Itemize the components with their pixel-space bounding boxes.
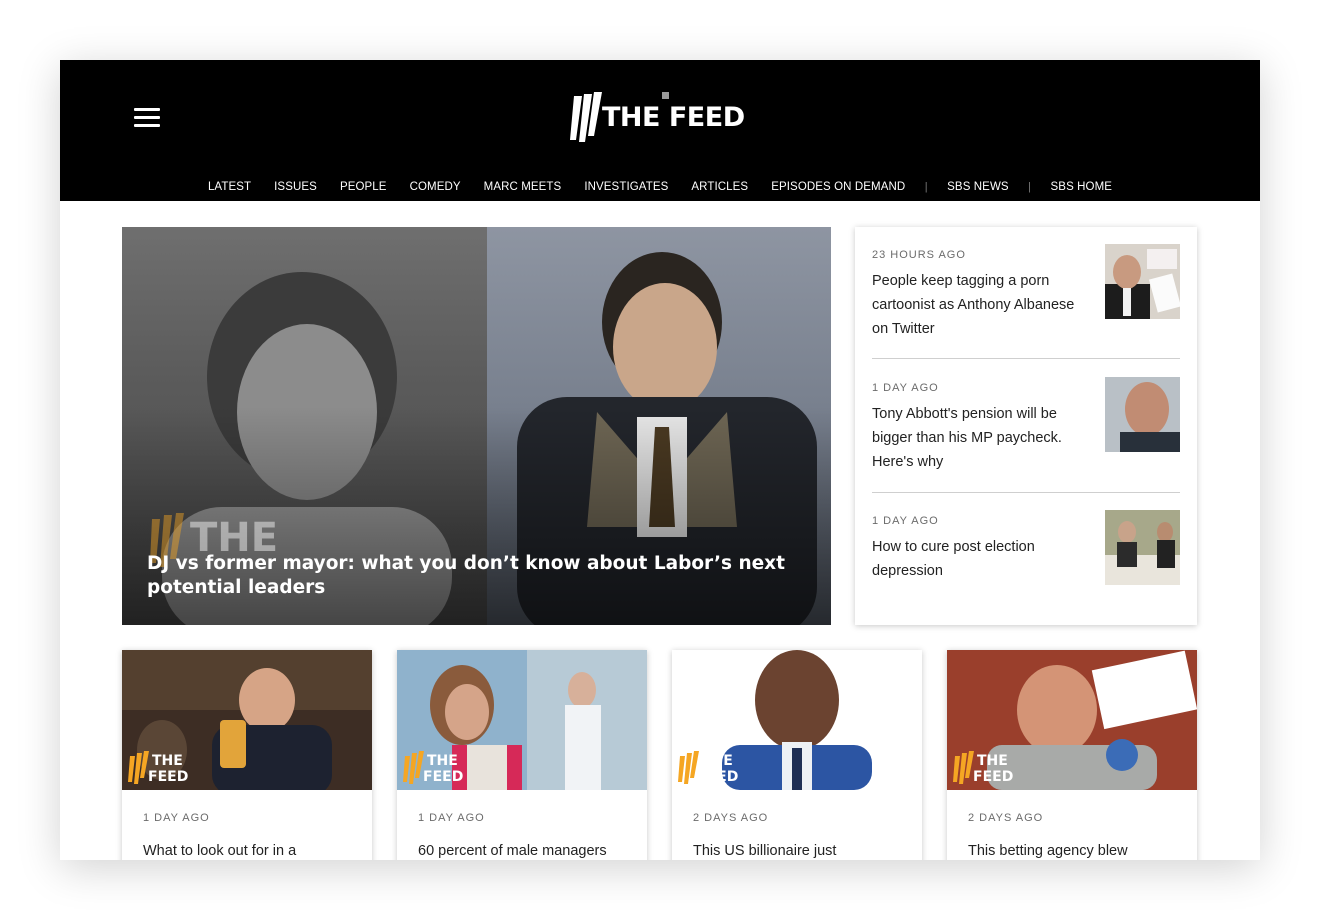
article-title: What to look out for in a <box>143 843 297 859</box>
article-title: This betting agency blew <box>968 843 1128 859</box>
article-time: 1 DAY AGO <box>872 382 939 394</box>
feed-watermark-icon: THE FEED <box>403 751 463 784</box>
watermark-text: FEED <box>148 769 188 784</box>
article-title: People keep tagging a porn cartoonist as… <box>872 273 1075 337</box>
nav-separator: | <box>924 181 928 193</box>
latest-sidebar: 23 HOURS AGO People keep tagging a porn … <box>855 227 1197 625</box>
article-time: 2 DAYS AGO <box>968 812 1044 824</box>
watermark-text: FEED <box>973 769 1013 784</box>
nav-sbs-news[interactable]: SBS NEWS <box>947 181 1009 193</box>
article-time: 2 DAYS AGO <box>693 812 769 824</box>
article-card[interactable]: THE FEED 1 DAY AGO 60 percent of male ma… <box>397 650 647 860</box>
main-nav: LATEST ISSUES PEOPLE COMEDY MARC MEETS I… <box>60 179 1260 195</box>
nav-people[interactable]: PEOPLE <box>340 181 387 193</box>
sidebar-divider <box>872 492 1180 493</box>
hamburger-menu-icon[interactable] <box>134 108 160 128</box>
nav-comedy[interactable]: COMEDY <box>410 181 461 193</box>
sidebar-divider <box>872 358 1180 359</box>
nav-articles[interactable]: ARTICLES <box>691 181 748 193</box>
article-thumbnail <box>1105 510 1180 585</box>
nav-investigates[interactable]: INVESTIGATES <box>584 181 668 193</box>
nav-issues[interactable]: ISSUES <box>274 181 317 193</box>
article-thumbnail <box>1105 244 1180 319</box>
article-time: 1 DAY AGO <box>143 812 210 824</box>
nav-sbs-home[interactable]: SBS HOME <box>1051 181 1113 193</box>
site-header: THE FEED LATEST ISSUES PEOPLE COMEDY MAR… <box>60 60 1260 201</box>
article-image: THE FEED <box>122 650 372 790</box>
browser-frame: THE FEED LATEST ISSUES PEOPLE COMEDY MAR… <box>60 60 1260 860</box>
nav-episodes-on-demand[interactable]: EPISODES ON DEMAND <box>771 181 905 193</box>
watermark-text: THE <box>702 753 733 769</box>
feed-watermark-icon: THE FEED <box>953 751 1013 784</box>
feed-watermark-icon: THE FEED <box>128 751 188 784</box>
site-logo[interactable]: THE FEED <box>566 90 756 146</box>
article-title: Tony Abbott's pension will be bigger tha… <box>872 406 1062 470</box>
feed-watermark-icon: THE FEED <box>678 751 738 784</box>
article-time: 23 HOURS AGO <box>872 249 966 261</box>
article-title: This US billionaire just <box>693 843 837 859</box>
watermark-text: THE <box>152 753 183 769</box>
article-card[interactable]: THE FEED 1 DAY AGO What to look out for … <box>122 650 372 860</box>
nav-latest[interactable]: LATEST <box>208 181 251 193</box>
hero-title: DJ vs former mayor: what you don’t know … <box>147 553 785 598</box>
nav-marc-meets[interactable]: MARC MEETS <box>484 181 562 193</box>
article-title: How to cure post election depression <box>872 539 1035 579</box>
watermark-text: FEED <box>423 769 463 784</box>
sbs-feed-logo-icon <box>570 92 602 142</box>
article-time: 1 DAY AGO <box>872 515 939 527</box>
article-image: THE FEED <box>397 650 647 790</box>
article-title: 60 percent of male managers <box>418 843 607 859</box>
watermark-text: THE <box>977 753 1008 769</box>
watermark-text: FEED <box>698 769 738 784</box>
hero-article[interactable]: THE DJ vs former mayor: what you don’t k… <box>122 227 831 625</box>
logo-dot <box>662 92 669 99</box>
article-thumbnail <box>1105 377 1180 452</box>
article-time: 1 DAY AGO <box>418 812 485 824</box>
article-image: THE FEED <box>672 650 922 790</box>
nav-separator: | <box>1028 181 1032 193</box>
article-card[interactable]: THE FEED 2 DAYS AGO This US billionaire … <box>672 650 922 860</box>
watermark-text: THE <box>427 753 458 769</box>
logo-text: THE FEED <box>602 102 745 133</box>
article-card[interactable]: THE FEED 2 DAYS AGO This betting agency … <box>947 650 1197 860</box>
article-image: THE FEED <box>947 650 1197 790</box>
